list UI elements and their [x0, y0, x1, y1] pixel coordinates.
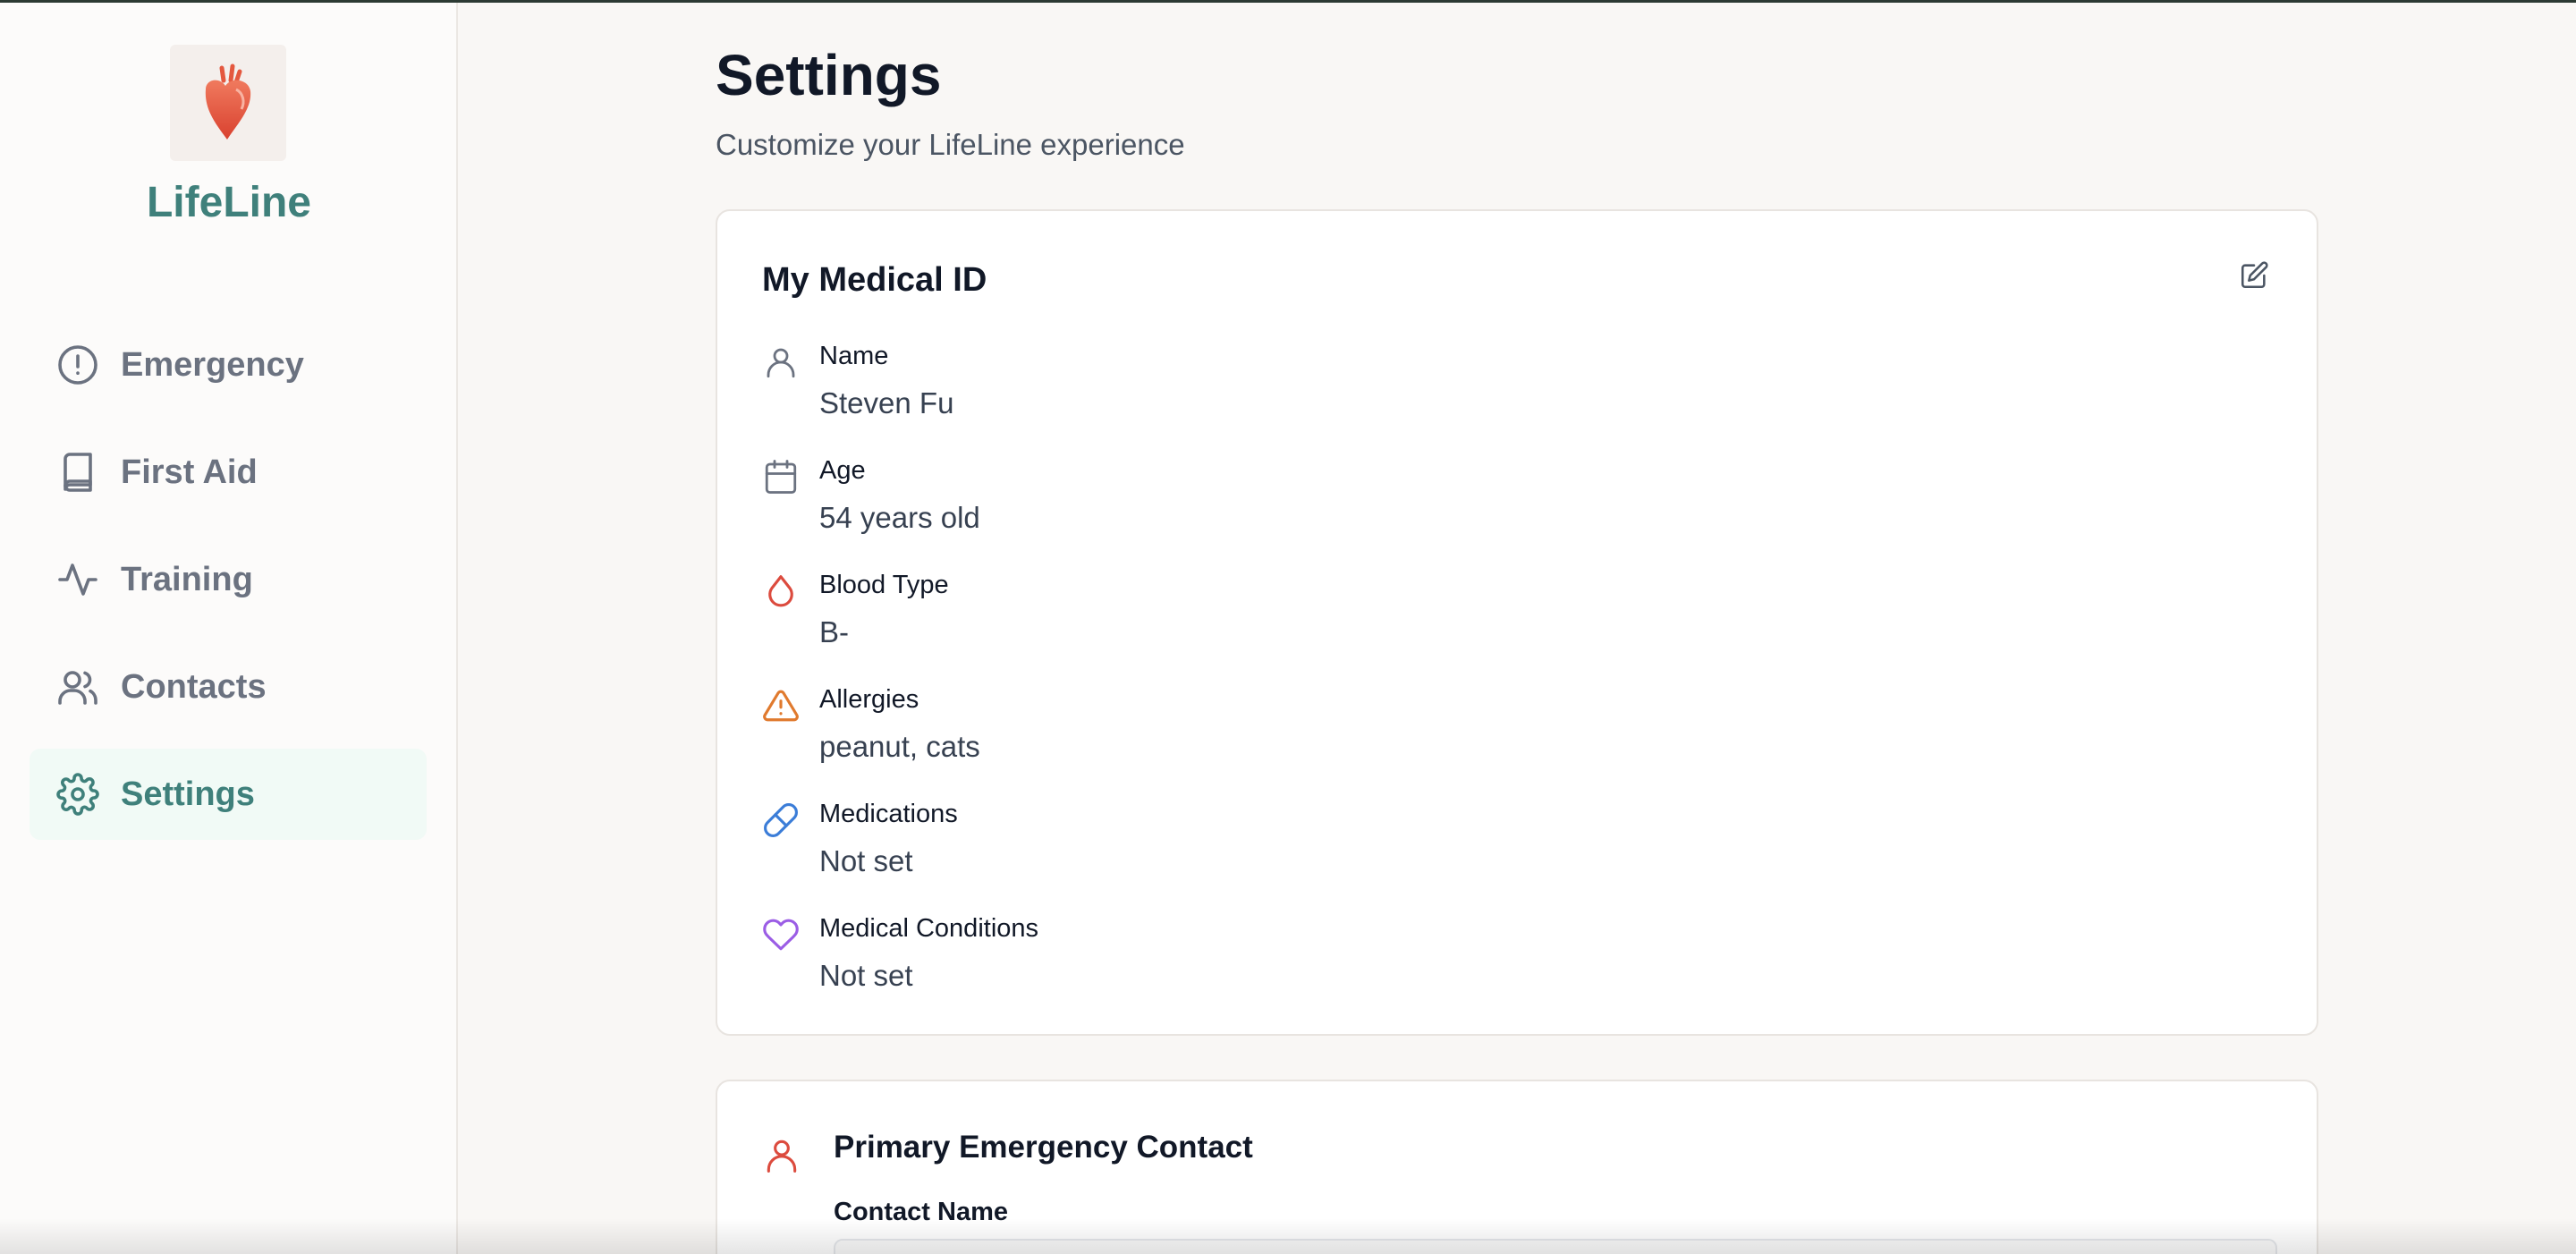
sidebar-item-label: Contacts: [121, 667, 267, 706]
field-value: Steven Fu: [819, 386, 954, 419]
app-name: LifeLine: [146, 179, 311, 226]
field-value: peanut, cats: [819, 730, 980, 763]
emergency-contact-card: Primary Emergency Contact Contact Name: [716, 1080, 2318, 1254]
sidebar: LifeLine Emergency First Aid Training Co…: [0, 3, 458, 1254]
page-title: Settings: [716, 43, 942, 107]
warning-icon: [763, 690, 799, 722]
sidebar-nav: Emergency First Aid Training Contacts Se…: [30, 319, 427, 856]
sidebar-item-training[interactable]: Training: [30, 534, 427, 625]
emergency-contact-title: Primary Emergency Contact: [834, 1130, 1253, 1165]
users-icon: [58, 671, 97, 705]
medical-field-conditions: Medical Conditions Not set: [762, 912, 2193, 1011]
field-value: Not set: [819, 959, 913, 992]
field-value: B-: [819, 615, 849, 648]
edit-medical-id-button[interactable]: [2236, 258, 2272, 293]
contact-name-label: Contact Name: [834, 1198, 1008, 1226]
sidebar-item-label: Training: [121, 560, 253, 598]
field-value: Not set: [819, 844, 913, 877]
field-label: Blood Type: [819, 571, 949, 599]
sidebar-item-contacts[interactable]: Contacts: [30, 641, 427, 733]
heart-logo-icon: [205, 64, 251, 140]
contact-name-input[interactable]: [834, 1239, 2277, 1254]
field-label: Medications: [819, 800, 958, 828]
field-label: Medical Conditions: [819, 914, 1039, 943]
user-icon: [767, 1140, 797, 1173]
sidebar-item-label: Settings: [121, 775, 255, 813]
field-label: Name: [819, 342, 889, 370]
medical-field-allergies: Allergies peanut, cats: [762, 683, 2193, 782]
medical-field-blood-type: Blood Type B-: [762, 569, 2193, 667]
calendar-icon: [765, 460, 797, 494]
sidebar-item-settings[interactable]: Settings: [30, 749, 427, 840]
sidebar-item-label: Emergency: [121, 345, 304, 384]
alert-circle-icon: [58, 345, 97, 385]
app-logo: [170, 45, 286, 161]
sidebar-item-first-aid[interactable]: First Aid: [30, 427, 427, 518]
medical-field-age: Age 54 years old: [762, 454, 2193, 553]
activity-icon: [58, 563, 97, 596]
droplet-icon: [768, 575, 793, 607]
field-label: Age: [819, 456, 866, 485]
sidebar-item-label: First Aid: [121, 453, 258, 491]
page-subtitle: Customize your LifeLine experience: [716, 128, 1185, 161]
gear-icon: [56, 773, 99, 816]
medical-field-name: Name Steven Fu: [762, 340, 2193, 438]
medical-id-card: My Medical ID Name Steven Fu Age 54 year…: [716, 209, 2318, 1036]
sidebar-item-emergency[interactable]: Emergency: [30, 319, 427, 411]
pill-icon: [764, 803, 798, 837]
medical-id-title: My Medical ID: [762, 261, 987, 299]
medical-field-medications: Medications Not set: [762, 798, 2193, 896]
heart-icon: [763, 919, 799, 951]
field-value: 54 years old: [819, 501, 980, 534]
user-icon: [767, 348, 795, 378]
book-icon: [64, 453, 92, 492]
edit-icon: [2241, 261, 2268, 289]
field-label: Allergies: [819, 685, 919, 714]
